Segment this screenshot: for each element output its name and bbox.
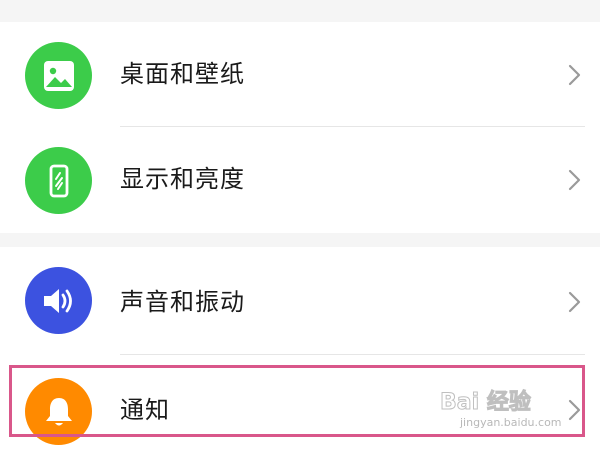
speaker-icon: [25, 267, 92, 334]
phone-display-icon: [25, 147, 92, 214]
chevron-right-icon: [568, 169, 581, 191]
settings-item-notifications[interactable]: 通知: [0, 355, 600, 449]
settings-group-display: 桌面和壁纸 显示和亮度: [0, 22, 600, 233]
settings-group-sound: 声音和振动 通知: [0, 247, 600, 449]
chevron-right-icon: [568, 291, 581, 313]
chevron-right-icon: [568, 64, 581, 86]
settings-item-display-brightness[interactable]: 显示和亮度: [0, 127, 600, 235]
bell-icon: [25, 378, 92, 445]
settings-item-label: 桌面和壁纸: [120, 60, 245, 88]
settings-item-label: 显示和亮度: [120, 165, 245, 193]
settings-screen: 桌面和壁纸 显示和亮度 声音和振动 通知 Bai 经验 jingyan.baid…: [0, 0, 600, 449]
settings-item-sound-vibration[interactable]: 声音和振动: [0, 247, 600, 355]
image-icon: [25, 42, 92, 109]
settings-item-label: 声音和振动: [120, 288, 245, 316]
chevron-right-icon: [568, 399, 581, 421]
settings-item-label: 通知: [120, 396, 170, 424]
settings-item-desktop-wallpaper[interactable]: 桌面和壁纸: [0, 22, 600, 130]
